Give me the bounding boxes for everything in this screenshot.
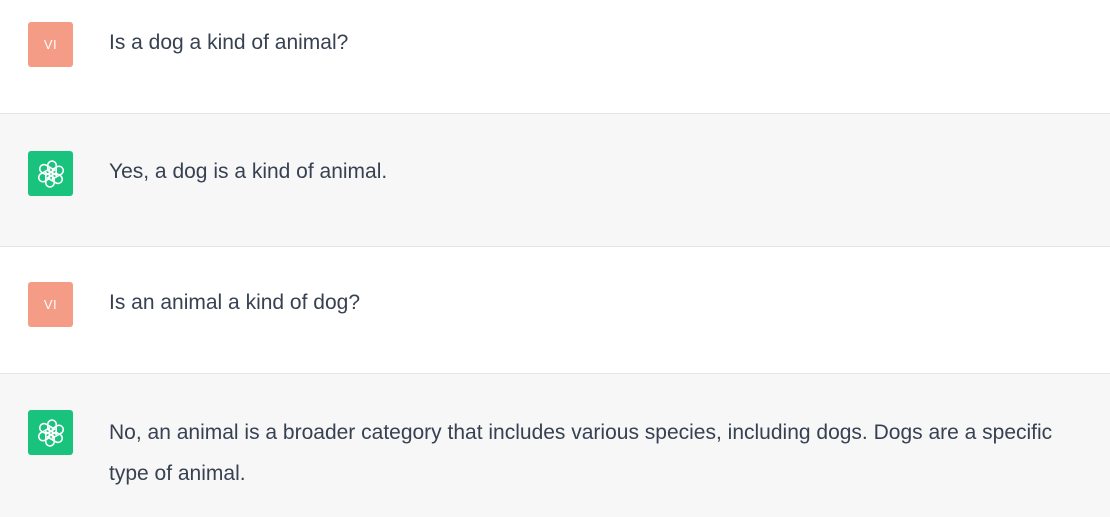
message-text: Is an animal a kind of dog?	[109, 291, 360, 314]
openai-logo-icon	[37, 418, 64, 447]
assistant-message: Yes, a dog is a kind of animal.	[0, 114, 1110, 246]
message-text: Is a dog a kind of animal?	[109, 31, 349, 54]
message-text: Yes, a dog is a kind of animal.	[109, 160, 388, 183]
assistant-message: No, an animal is a broader category that…	[0, 374, 1110, 517]
user-message: VI Is a dog a kind of animal?	[0, 0, 1110, 113]
message-text: No, an animal is a broader category that…	[109, 421, 1053, 485]
user-avatar-initials: VI	[43, 297, 58, 312]
user-avatar: VI	[28, 282, 73, 327]
assistant-avatar	[28, 151, 73, 196]
assistant-avatar	[28, 410, 73, 455]
openai-logo-icon	[37, 159, 64, 188]
user-avatar: VI	[28, 22, 73, 67]
conversation-thread: VI Is a dog a kind of animal? Yes, a dog…	[0, 0, 1110, 517]
user-message: VI Is an animal a kind of dog?	[0, 247, 1110, 373]
user-avatar-initials: VI	[43, 37, 58, 52]
